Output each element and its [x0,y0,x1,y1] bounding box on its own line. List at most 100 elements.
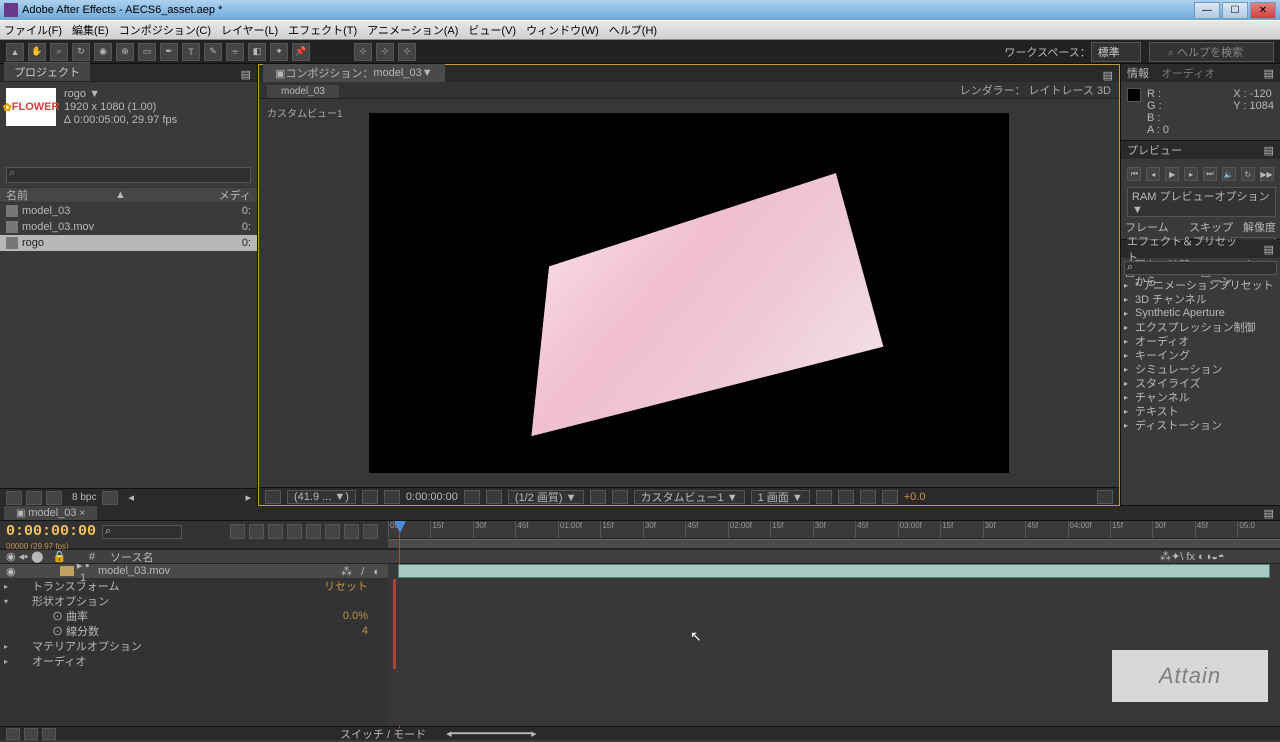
view-select[interactable]: カスタムビュー1 ▼ [634,490,745,504]
zoom-tool-icon[interactable]: ⌕ [50,43,68,61]
effect-category[interactable]: 3D チャンネル [1121,292,1280,306]
toggle-switches-icon[interactable] [6,728,20,740]
info-menu-icon[interactable]: ▤ [1258,67,1280,80]
menu-help[interactable]: ヘルプ(H) [609,22,657,38]
view-count-select[interactable]: 1 画面 ▼ [751,490,810,504]
delete-icon[interactable] [102,491,118,505]
text-tool-icon[interactable]: T [182,43,200,61]
help-search-input[interactable]: ⌕ ヘルプを検索 [1149,42,1274,62]
time-ruler[interactable]: 00f15f30f45f01:00f15f30f45f02:00f15f30f4… [388,521,1280,548]
timeline-icon[interactable] [860,490,876,504]
project-tab[interactable]: プロジェクト [4,62,90,81]
col-media-header[interactable]: メディ [219,187,251,203]
resolution-icon[interactable] [362,490,378,504]
flowchart-icon[interactable] [882,490,898,504]
workspace-select[interactable]: 標準 [1091,42,1141,62]
current-timecode[interactable]: 0:00:00:00 [6,523,96,540]
preview-menu-icon[interactable]: ▤ [1258,144,1280,157]
snapshot-icon[interactable] [464,490,480,504]
exposure-value[interactable]: +0.0 [904,491,926,503]
prev-frame-icon[interactable]: ◂ [1146,167,1160,181]
eraser-tool-icon[interactable]: ◧ [248,43,266,61]
effect-category[interactable]: チャンネル [1121,390,1280,404]
effect-category[interactable]: Synthetic Aperture [1121,306,1280,320]
viewer-area[interactable]: カスタムビュー1 [259,99,1119,487]
channel-icon[interactable] [486,490,502,504]
menu-layer[interactable]: レイヤー(L) [221,22,278,38]
project-search-input[interactable] [6,167,251,183]
project-list[interactable]: model_030: model_03.mov0: rogo0: [0,203,257,488]
transparency-icon[interactable] [384,490,400,504]
auto-keyframe-icon[interactable] [344,524,359,539]
layer-duration-bar[interactable] [398,564,1270,578]
brush-tool-icon[interactable]: ✎ [204,43,222,61]
menu-animation[interactable]: アニメーション(A) [367,22,458,38]
project-panel-menu-icon[interactable]: ▤ [235,68,257,81]
roi-icon[interactable] [590,490,606,504]
zoom-select[interactable]: (41.9 ... ▼) [287,490,356,504]
frame-blend-icon[interactable] [287,524,302,539]
effects-menu-icon[interactable]: ▤ [1258,243,1280,256]
effect-category[interactable]: シミュレーション [1121,362,1280,376]
effect-category[interactable]: キーイング [1121,348,1280,362]
timeline-search-input[interactable] [102,525,182,539]
comp-subtab[interactable]: model_03 [267,85,339,98]
effect-category[interactable]: * アニメーションプリセット [1121,278,1280,292]
info-tab[interactable]: 情報 [1127,65,1149,81]
rect-tool-icon[interactable]: ▭ [138,43,156,61]
effect-category[interactable]: スタイライズ [1121,376,1280,390]
bpc-toggle[interactable]: 8 bpc [72,492,96,503]
loop-icon[interactable]: ↻ [1241,167,1255,181]
resolution-select[interactable]: (1/2 画質) ▼ [508,490,584,504]
draft-3d-icon[interactable] [249,524,264,539]
fast-preview-icon[interactable] [838,490,854,504]
comp-mini-flowchart-icon[interactable] [230,524,245,539]
grid-toggle-icon[interactable] [265,490,281,504]
menu-edit[interactable]: 編集(E) [72,22,109,38]
ram-options-select[interactable]: RAM プレビューオプション ▼ [1127,187,1276,217]
col-name-header[interactable]: 名前 [6,187,28,203]
axis-world-icon[interactable]: ⊹ [376,43,394,61]
layer-tree[interactable]: ◉ ▸ ▪ 1 model_03.mov ⁂ / ◐ ▸トランスフォームリセット… [0,564,388,726]
effects-search-input[interactable] [1124,261,1277,275]
brainiac-icon[interactable] [325,524,340,539]
comp-panel-menu-icon[interactable]: ▤ [1097,69,1119,82]
close-button[interactable]: ✕ [1250,2,1276,19]
interpret-footage-icon[interactable] [6,491,22,505]
clone-tool-icon[interactable]: ⌯ [226,43,244,61]
viewer-timecode[interactable]: 0:00:00:00 [406,491,458,503]
rotate-tool-icon[interactable]: ↻ [72,43,90,61]
first-frame-icon[interactable]: ⏮ [1127,167,1141,181]
puppet-tool-icon[interactable]: 📌 [292,43,310,61]
hand-tool-icon[interactable]: ✋ [28,43,46,61]
menu-comp[interactable]: コンポジション(C) [119,22,211,38]
maximize-viewer-icon[interactable] [1097,490,1113,504]
menu-effect[interactable]: エフェクト(T) [288,22,357,38]
work-area-bar[interactable] [388,539,1280,549]
toggle-in-out-icon[interactable] [42,728,56,740]
audio-tab[interactable]: オーディオ [1161,65,1215,81]
pixel-aspect-icon[interactable] [816,490,832,504]
axis-view-icon[interactable]: ⊹ [398,43,416,61]
axis-local-icon[interactable]: ⊹ [354,43,372,61]
effect-category[interactable]: テキスト [1121,404,1280,418]
minimize-button[interactable]: — [1194,2,1220,19]
pen-tool-icon[interactable]: ✒ [160,43,178,61]
last-frame-icon[interactable]: ⏭ [1203,167,1217,181]
play-icon[interactable]: ▶ [1165,167,1179,181]
menu-file[interactable]: ファイル(F) [4,22,62,38]
preview-tab[interactable]: プレビュー [1127,142,1182,158]
camera-tool-icon[interactable]: ◉ [94,43,112,61]
next-frame-icon[interactable]: ▸ [1184,167,1198,181]
motion-blur-icon[interactable] [306,524,321,539]
menu-view[interactable]: ビュー(V) [468,22,516,38]
pan-behind-tool-icon[interactable]: ⊕ [116,43,134,61]
source-name-header[interactable]: ソース名 [104,549,1160,565]
grid-icon[interactable] [612,490,628,504]
mute-icon[interactable]: 🔈 [1222,167,1236,181]
effect-category[interactable]: オーディオ [1121,334,1280,348]
graph-editor-icon[interactable] [363,524,378,539]
toggle-modes-icon[interactable] [24,728,38,740]
selection-tool-icon[interactable]: ▲ [6,43,24,61]
ram-preview-icon[interactable]: ▶▶ [1260,167,1274,181]
